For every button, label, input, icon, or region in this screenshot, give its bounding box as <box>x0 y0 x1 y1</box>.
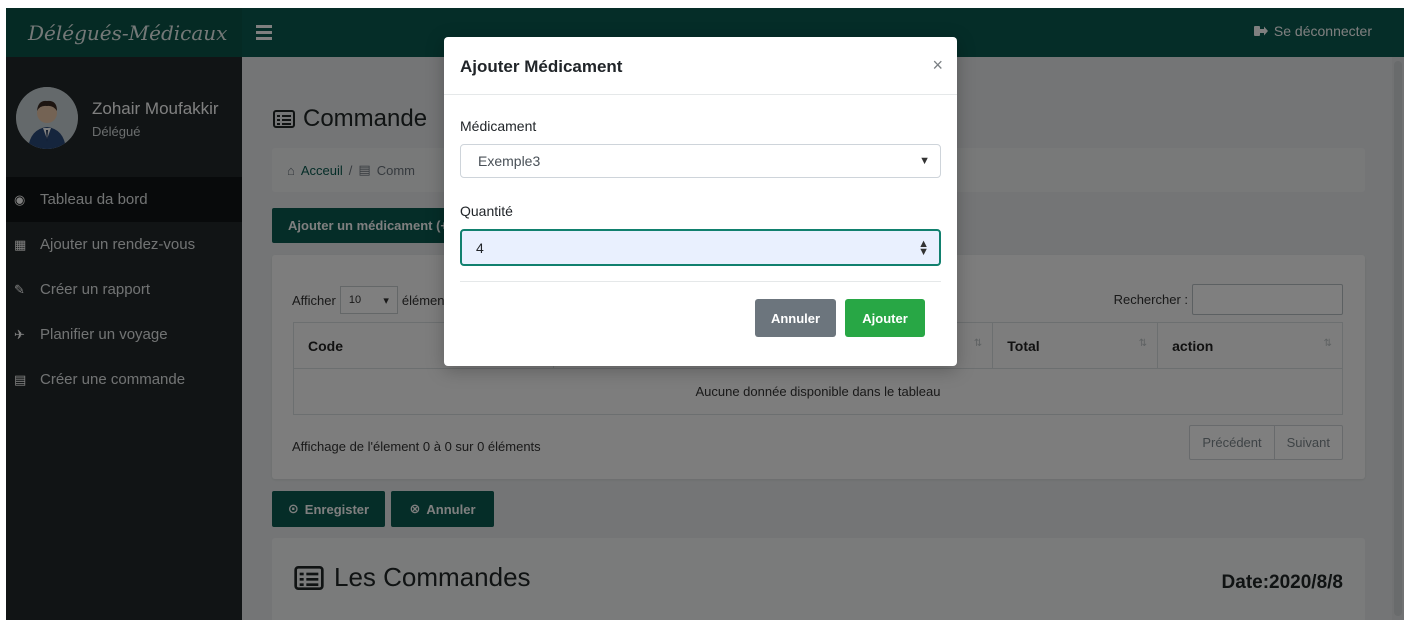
add-medicament-modal: Ajouter Médicament × Médicament Exemple3… <box>444 37 957 366</box>
app-window: Délégués-Médicaux Se déconnecter Zohair … <box>6 8 1404 620</box>
chevron-down-icon: ▼ <box>919 155 930 167</box>
quantite-value: 4 <box>476 239 484 256</box>
quantite-stepper[interactable]: 4 ▲ ▼ <box>460 229 941 266</box>
medicament-select[interactable]: Exemple3 ▼ <box>460 144 941 178</box>
medicament-select-value: Exemple3 <box>478 153 541 169</box>
close-icon[interactable]: × <box>932 55 943 76</box>
modal-submit-button[interactable]: Ajouter <box>845 299 925 337</box>
modal-title: Ajouter Médicament <box>460 57 623 76</box>
modal-divider <box>460 281 941 282</box>
modal-cancel-button[interactable]: Annuler <box>755 299 836 337</box>
modal-header: Ajouter Médicament × <box>444 37 957 95</box>
medicament-label: Médicament <box>460 118 537 134</box>
quantite-label: Quantité <box>460 203 513 219</box>
spinner-icon[interactable]: ▲ ▼ <box>918 238 929 257</box>
